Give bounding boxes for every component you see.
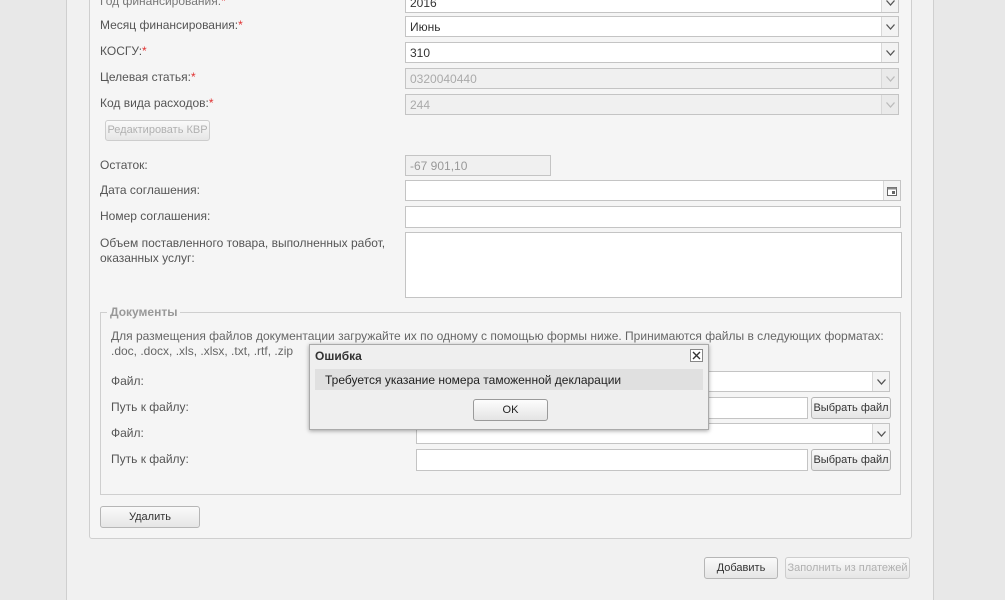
agreement-number-label: Номер соглашения: [100,209,211,223]
documents-legend: Документы [107,305,181,319]
remainder-field: -67 901,10 [405,155,551,176]
target-select: 0320040440 [405,68,899,89]
chevron-down-icon[interactable] [872,424,889,443]
delete-button[interactable]: Удалить [100,506,200,528]
chevron-down-icon [881,69,898,88]
month-select[interactable]: Июнь [405,16,899,37]
calendar-icon[interactable] [883,181,900,200]
expense-code-select: 244 [405,94,899,115]
dialog-message-text: Требуется указание номера таможенной дек… [325,373,622,387]
remainder-label: Остаток: [100,158,148,172]
fill-from-payments-button[interactable]: Заполнить из платежей [785,557,910,579]
month-value: Июнь [410,20,441,34]
target-label: Целевая статья:* [100,70,196,84]
kosgu-select[interactable]: 310 [405,42,899,63]
file-label: Файл: [111,426,144,440]
expense-code-value: 244 [410,98,431,112]
month-label: Месяц финансирования:* [100,18,243,32]
choose-file-button[interactable]: Выбрать файл [811,397,891,419]
agreement-number-field[interactable] [405,206,901,228]
file-path-label: Путь к файлу: [111,400,189,414]
file-label: Файл: [111,374,144,388]
kosgu-label: КОСГУ:* [100,44,147,58]
error-dialog: Ошибка Требуется указание номера таможен… [309,344,709,430]
kosgu-value: 310 [410,46,431,60]
year-value: 2016 [410,0,437,10]
dialog-title: Ошибка [315,349,362,363]
volume-label: Объем поставленного товара, выполненных … [100,236,386,265]
chevron-down-icon[interactable] [872,372,889,391]
chevron-down-icon[interactable] [881,43,898,62]
remainder-value: -67 901,10 [410,159,468,173]
chevron-down-icon[interactable] [881,17,898,36]
expense-code-label: Код вида расходов:* [100,96,214,110]
agreement-date-field[interactable] [405,180,901,201]
file-path-label: Путь к файлу: [111,452,189,466]
file-path-field[interactable] [416,449,808,471]
add-button[interactable]: Добавить [704,557,778,579]
dialog-message: Требуется указание номера таможенной дек… [315,369,703,390]
chevron-down-icon[interactable] [881,0,898,12]
year-label: Год финансирования:* [100,0,226,8]
volume-textarea[interactable] [405,232,902,298]
edit-kvr-button[interactable]: Редактировать КВР [105,120,210,141]
target-value: 0320040440 [410,72,477,86]
chevron-down-icon [881,95,898,114]
close-icon[interactable] [690,349,703,362]
agreement-date-label: Дата соглашения: [100,183,200,197]
year-select[interactable]: 2016 [405,0,899,13]
ok-button[interactable]: OK [473,399,548,421]
choose-file-button[interactable]: Выбрать файл [811,449,891,471]
